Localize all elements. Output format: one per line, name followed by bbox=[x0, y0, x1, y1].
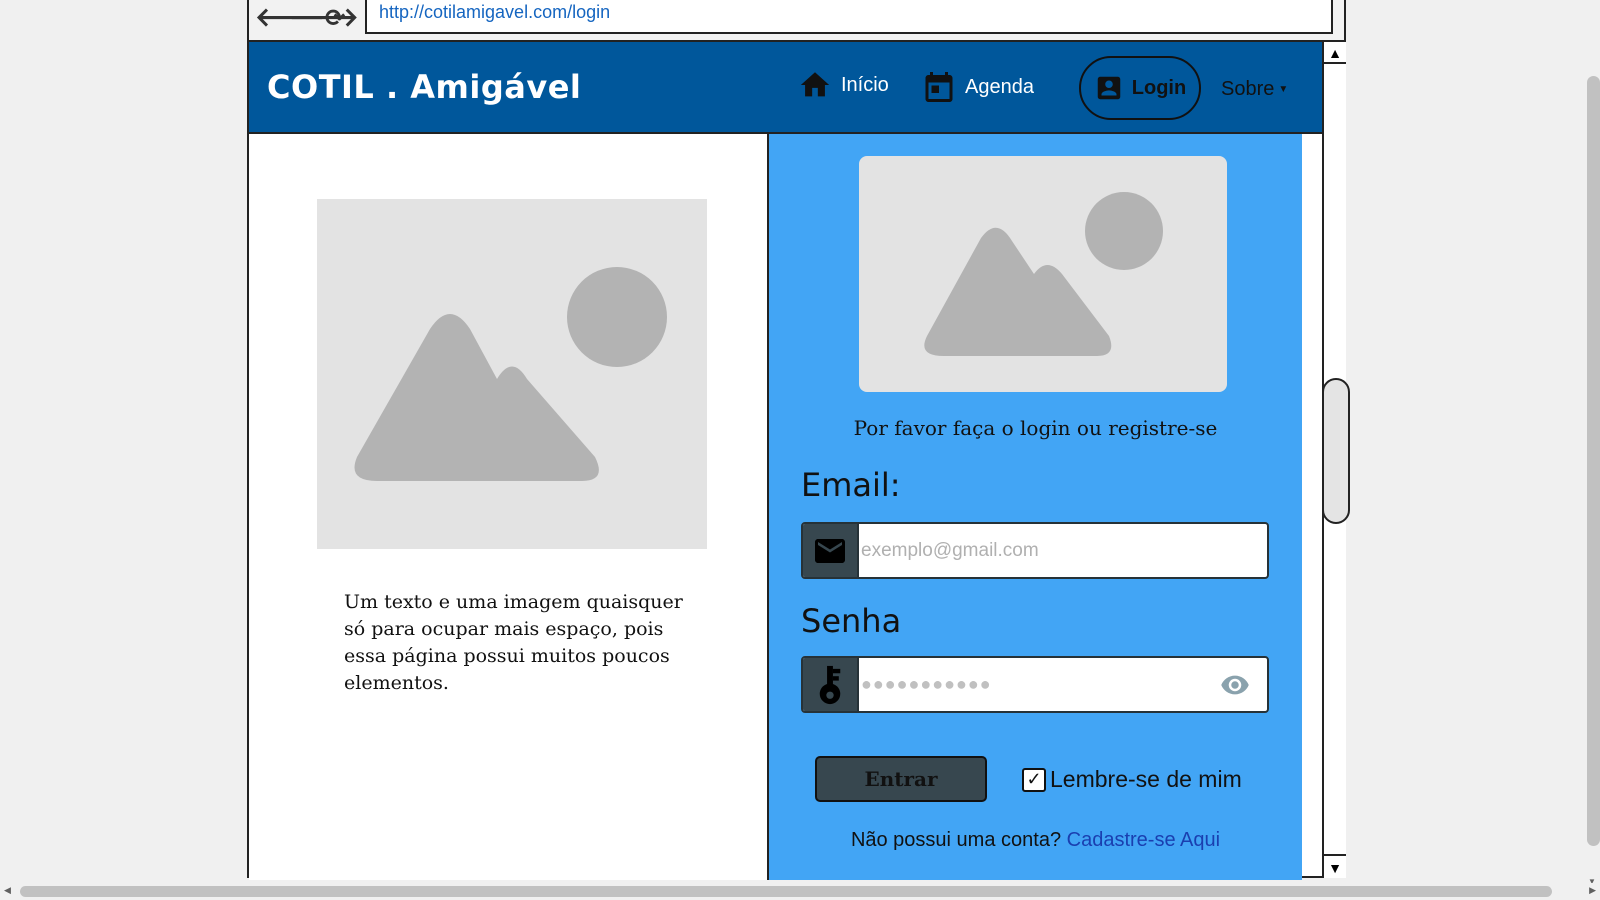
account-box-icon bbox=[1097, 76, 1121, 100]
register-prompt: Não possui uma conta? Cadastre-se Aqui bbox=[769, 829, 1302, 852]
browser-mockup: 🡐 🡒 ⟳ http://cotilamigavel.com/login COT… bbox=[247, 0, 1350, 880]
remember-me-checkbox[interactable]: ✓ bbox=[1022, 767, 1046, 792]
image-placeholder bbox=[317, 199, 707, 549]
email-addon bbox=[803, 524, 859, 577]
password-addon bbox=[803, 658, 859, 711]
no-account-text: Não possui uma conta? bbox=[850, 829, 1062, 851]
key-icon bbox=[819, 665, 841, 704]
password-input-group[interactable]: ●●●●●●●●●●● bbox=[801, 656, 1269, 713]
register-link[interactable]: Cadastre-se Aqui bbox=[1067, 829, 1220, 851]
nav-agenda[interactable]: Agenda bbox=[921, 68, 1034, 106]
scroll-right-arrow-icon[interactable]: ▶ bbox=[1589, 885, 1596, 896]
site-logo[interactable]: COTIL . Amigável bbox=[267, 68, 581, 106]
nav-login[interactable]: Login bbox=[1079, 56, 1201, 120]
email-label: Email: bbox=[801, 466, 901, 504]
filler-text: Um texto e uma imagem quaisquer só para … bbox=[344, 591, 683, 694]
login-prompt: Por favor faça o login ou registre-se bbox=[853, 416, 1218, 440]
outer-vertical-scrollbar[interactable]: ▼ bbox=[1584, 0, 1600, 900]
login-panel: Por favor faça o login ou registre-se Em… bbox=[769, 134, 1302, 880]
login-image-placeholder bbox=[859, 156, 1227, 392]
reload-icon[interactable]: ⟳ bbox=[325, 4, 345, 33]
remember-me[interactable]: ✓ Lembre-se de mim bbox=[1022, 766, 1242, 793]
nav-sobre-dropdown[interactable]: Sobre ▼ bbox=[1221, 78, 1288, 101]
site-header: COTIL . Amigável Início Agenda Login Sob… bbox=[249, 42, 1322, 134]
email-input-group[interactable]: exemplo@gmail.com bbox=[801, 522, 1269, 579]
password-field[interactable]: ●●●●●●●●●●● bbox=[859, 658, 1267, 711]
calendar-icon bbox=[925, 72, 953, 102]
login-submit-button[interactable]: Entrar bbox=[815, 756, 987, 802]
email-field[interactable]: exemplo@gmail.com bbox=[859, 524, 1267, 577]
remember-me-label: Lembre-se de mim bbox=[1050, 766, 1242, 792]
outer-horizontal-scrollbar[interactable]: ◀ ▶ bbox=[0, 883, 1600, 900]
nav-inicio-label: Início bbox=[841, 73, 889, 96]
nav-login-label: Login bbox=[1131, 76, 1187, 99]
forward-arrow-icon[interactable]: 🡒 bbox=[289, 2, 359, 33]
password-label: Senha bbox=[801, 602, 902, 640]
outer-vertical-scroll-thumb[interactable] bbox=[1587, 76, 1600, 846]
home-icon bbox=[800, 72, 830, 97]
envelope-icon bbox=[815, 538, 845, 563]
outer-horizontal-scroll-thumb[interactable] bbox=[20, 886, 1552, 897]
left-column: Um texto e uma imagem quaisquer só para … bbox=[249, 134, 769, 880]
nav-agenda-label: Agenda bbox=[965, 75, 1034, 98]
scroll-left-arrow-icon[interactable]: ◀ bbox=[4, 885, 11, 896]
inner-scroll-thumb[interactable] bbox=[1322, 378, 1350, 524]
url-bar[interactable]: http://cotilamigavel.com/login bbox=[365, 0, 1333, 34]
image-placeholder-icon bbox=[354, 267, 667, 481]
nav-sobre-label: Sobre bbox=[1221, 78, 1275, 100]
nav-inicio[interactable]: Início bbox=[797, 68, 889, 102]
image-placeholder-icon bbox=[924, 192, 1163, 356]
eye-icon[interactable] bbox=[1217, 670, 1253, 700]
scroll-down-arrow-icon[interactable]: ▼ bbox=[1324, 854, 1346, 878]
scroll-up-arrow-icon[interactable]: ▲ bbox=[1324, 42, 1346, 64]
caret-down-icon: ▼ bbox=[1278, 84, 1289, 96]
browser-toolbar: 🡐 🡒 ⟳ http://cotilamigavel.com/login bbox=[249, 0, 1344, 42]
inner-vertical-scrollbar[interactable]: ▲ ▼ bbox=[1322, 42, 1350, 878]
